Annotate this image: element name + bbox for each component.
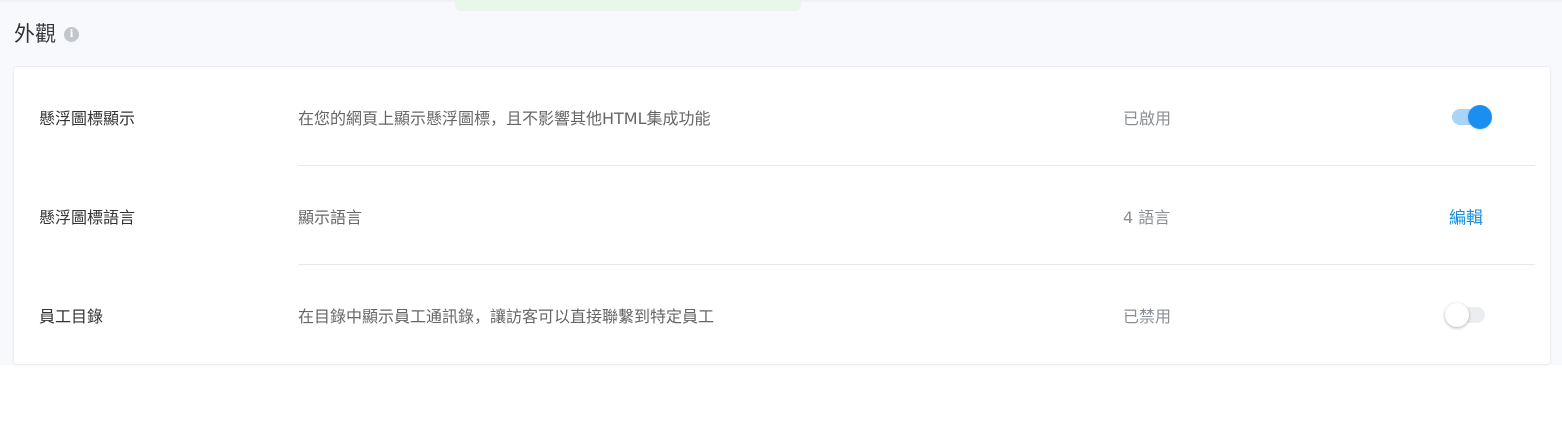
section-title: 外觀 xyxy=(14,22,56,46)
widget-display-toggle[interactable] xyxy=(1450,104,1492,129)
toggle-knob xyxy=(1468,104,1492,129)
top-notification-strip xyxy=(455,0,801,11)
setting-row-widget-display: 懸浮圖標顯示 在您的網頁上顯示懸浮圖標，且不影響其他HTML集成功能 已啟用 xyxy=(14,67,1550,166)
staff-directory-toggle[interactable] xyxy=(1445,302,1487,327)
toggle-knob xyxy=(1445,302,1469,327)
setting-description: 顯示語言 xyxy=(298,207,363,227)
setting-label: 員工目錄 xyxy=(39,306,104,326)
setting-label: 懸浮圖標顯示 xyxy=(39,108,136,128)
info-icon[interactable]: i xyxy=(64,26,79,42)
setting-description: 在您的網頁上顯示懸浮圖標，且不影響其他HTML集成功能 xyxy=(298,108,711,128)
setting-status: 已禁用 xyxy=(1123,306,1172,326)
setting-label: 懸浮圖標語言 xyxy=(39,207,136,227)
setting-row-widget-language: 懸浮圖標語言 顯示語言 4 語言 編輯 xyxy=(14,166,1550,265)
edit-language-link[interactable]: 編輯 xyxy=(1449,203,1483,228)
setting-row-staff-directory: 員工目錄 在目錄中顯示員工通訊錄，讓訪客可以直接聯繫到特定員工 已禁用 xyxy=(14,265,1550,364)
setting-status: 4 語言 xyxy=(1123,207,1171,227)
settings-card: 懸浮圖標顯示 在您的網頁上顯示懸浮圖標，且不影響其他HTML集成功能 已啟用 懸… xyxy=(13,66,1551,365)
setting-description: 在目錄中顯示員工通訊錄，讓訪客可以直接聯繫到特定員工 xyxy=(298,306,715,326)
appearance-settings-page: 外觀 i 懸浮圖標顯示 在您的網頁上顯示懸浮圖標，且不影響其他HTML集成功能 … xyxy=(0,0,1562,425)
section-header: 外觀 i xyxy=(14,20,79,48)
setting-status: 已啟用 xyxy=(1123,108,1172,128)
